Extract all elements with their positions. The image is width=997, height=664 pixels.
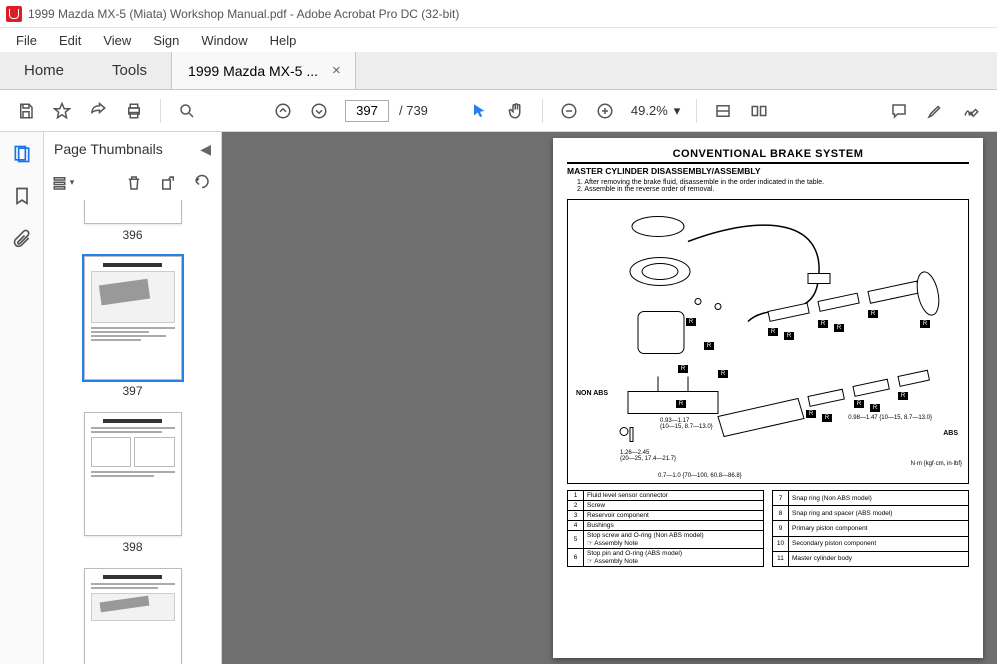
menu-edit[interactable]: Edit: [49, 31, 91, 50]
thumbnail-item[interactable]: 397: [44, 256, 221, 398]
sign-icon[interactable]: [955, 95, 987, 127]
thumb-options-icon[interactable]: ▾: [50, 170, 76, 196]
diagram-dim3: 0.98—1.47 {10—15, 8.7—13.0}: [848, 415, 932, 421]
close-tab-icon[interactable]: ×: [328, 62, 345, 79]
thumbnails-title: Page Thumbnails: [54, 141, 163, 157]
hand-tool-icon[interactable]: [500, 95, 532, 127]
pdf-page: CONVENTIONAL BRAKE SYSTEM MASTER CYLINDE…: [553, 138, 983, 658]
diagram-units: N·m {kgf·cm, in·lbf}: [911, 461, 962, 467]
page-down-icon[interactable]: [303, 95, 335, 127]
thumbnail-number: 398: [122, 540, 142, 554]
toolbar-separator: [160, 99, 161, 123]
thumbnail-item[interactable]: [44, 568, 221, 664]
thumbnails-panel: Page Thumbnails ◀ ▾ 396 397 398: [44, 132, 222, 664]
toolbar-separator: [696, 99, 697, 123]
thumbnails-toolbar: ▾: [44, 166, 221, 200]
page-total-label: / 739: [399, 103, 428, 118]
window-title: 1999 Mazda MX-5 (Miata) Workshop Manual.…: [28, 7, 459, 21]
tab-home[interactable]: Home: [0, 52, 88, 89]
diagram-label-abs: ABS: [943, 430, 958, 437]
diagram-label-nonabs: NON ABS: [576, 390, 608, 397]
print-icon[interactable]: [118, 95, 150, 127]
fit-width-icon[interactable]: [707, 95, 739, 127]
menu-file[interactable]: File: [6, 31, 47, 50]
diagram-dim2: 1.26—2.45{20—25, 17.4—21.7}: [620, 450, 676, 462]
find-icon[interactable]: [171, 95, 203, 127]
page-heading: CONVENTIONAL BRAKE SYSTEM: [567, 148, 969, 164]
thumbnails-header: Page Thumbnails ◀: [44, 132, 221, 166]
highlight-icon[interactable]: [919, 95, 951, 127]
thumbnail-item[interactable]: 398: [44, 412, 221, 554]
undo-icon[interactable]: [189, 170, 215, 196]
menu-window[interactable]: Window: [191, 31, 257, 50]
diagram-dim1: 0.93—1.17{10—15, 8.7—13.0}: [660, 418, 713, 430]
attachments-rail-icon[interactable]: [10, 226, 34, 250]
thumbnail-number: 397: [122, 384, 142, 398]
zoom-out-icon[interactable]: [553, 95, 585, 127]
select-tool-icon[interactable]: [464, 95, 496, 127]
thumbnails-list[interactable]: 396 397 398: [44, 200, 221, 664]
parts-tables: 1Fluid level sensor connector 2Screw 3Re…: [567, 490, 969, 567]
page-number-input[interactable]: [345, 100, 389, 122]
acrobat-app-icon: [6, 6, 22, 22]
page-subheading: MASTER CYLINDER DISASSEMBLY/ASSEMBLY: [567, 166, 969, 176]
main-toolbar: / 739 49.2% ▾: [0, 90, 997, 132]
bookmarks-rail-icon[interactable]: [10, 184, 34, 208]
navigation-rail: [0, 132, 44, 664]
thumbnail-item[interactable]: 396: [44, 200, 221, 242]
zoom-level-label: 49.2%: [631, 103, 668, 118]
rotate-page-icon[interactable]: [155, 170, 181, 196]
toolbar-separator: [542, 99, 543, 123]
share-icon[interactable]: [82, 95, 114, 127]
window-titlebar: 1999 Mazda MX-5 (Miata) Workshop Manual.…: [0, 0, 997, 28]
tab-document-label: 1999 Mazda MX-5 ...: [188, 63, 318, 79]
thumbnails-rail-icon[interactable]: [10, 142, 34, 166]
parts-table-right: 7Snap ring (Non ABS model) 8Snap ring an…: [772, 490, 969, 567]
page-up-icon[interactable]: [267, 95, 299, 127]
comment-icon[interactable]: [883, 95, 915, 127]
exploded-diagram: NON ABS ABS R R R R R R R R R R R R R R …: [567, 199, 969, 484]
menu-bar: File Edit View Sign Window Help: [0, 28, 997, 52]
chevron-down-icon: ▾: [674, 103, 681, 119]
menu-sign[interactable]: Sign: [143, 31, 189, 50]
collapse-panel-icon[interactable]: ◀: [200, 141, 211, 158]
tab-tools[interactable]: Tools: [88, 52, 171, 89]
thumbnail-number: 396: [122, 228, 142, 242]
zoom-level-dropdown[interactable]: 49.2% ▾: [631, 103, 680, 119]
zoom-in-icon[interactable]: [589, 95, 621, 127]
menu-help[interactable]: Help: [260, 31, 307, 50]
star-icon[interactable]: [46, 95, 78, 127]
document-view[interactable]: CONVENTIONAL BRAKE SYSTEM MASTER CYLINDE…: [222, 132, 997, 664]
diagram-dim-foot: 0.7—1.0 {70—100, 60.8—86.8}: [658, 473, 742, 479]
parts-table-left: 1Fluid level sensor connector 2Screw 3Re…: [567, 490, 764, 567]
tab-document[interactable]: 1999 Mazda MX-5 ... ×: [171, 52, 356, 89]
save-icon[interactable]: [10, 95, 42, 127]
main-area: Page Thumbnails ◀ ▾ 396 397 398: [0, 132, 997, 664]
page-display-icon[interactable]: [743, 95, 775, 127]
assembly-steps: 1. After removing the brake fluid, disas…: [567, 179, 969, 193]
menu-view[interactable]: View: [93, 31, 141, 50]
delete-page-icon[interactable]: [121, 170, 147, 196]
tab-strip: Home Tools 1999 Mazda MX-5 ... ×: [0, 52, 997, 90]
